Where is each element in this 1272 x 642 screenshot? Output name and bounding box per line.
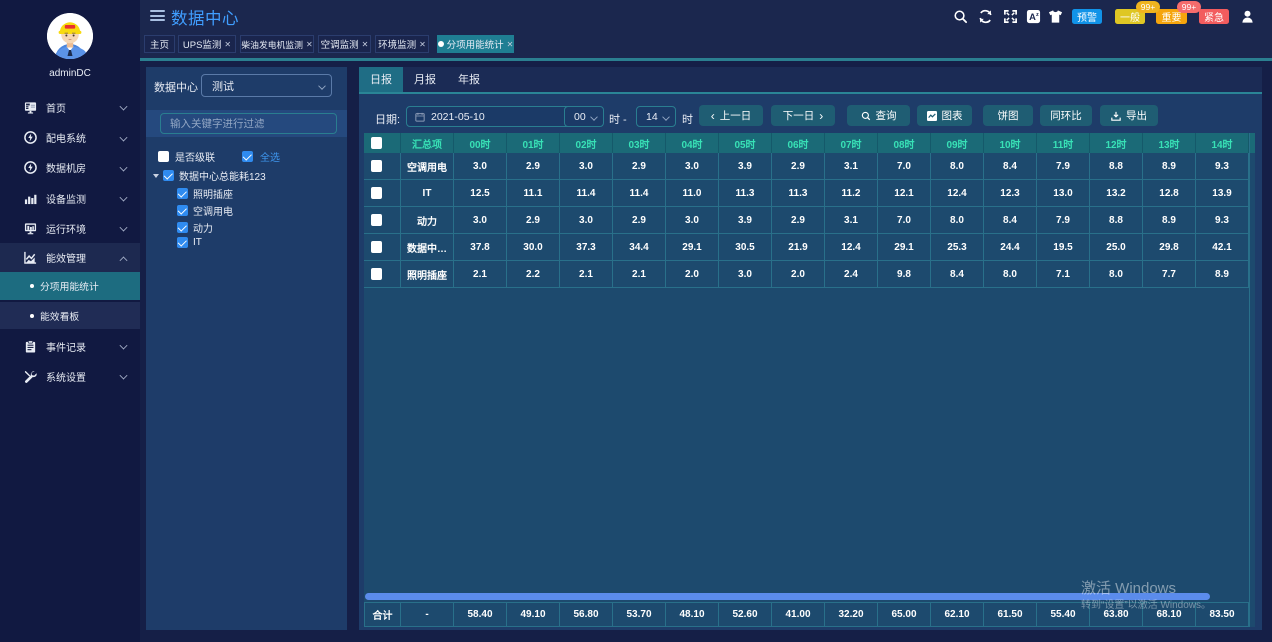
svg-text:z: z <box>1036 12 1039 18</box>
